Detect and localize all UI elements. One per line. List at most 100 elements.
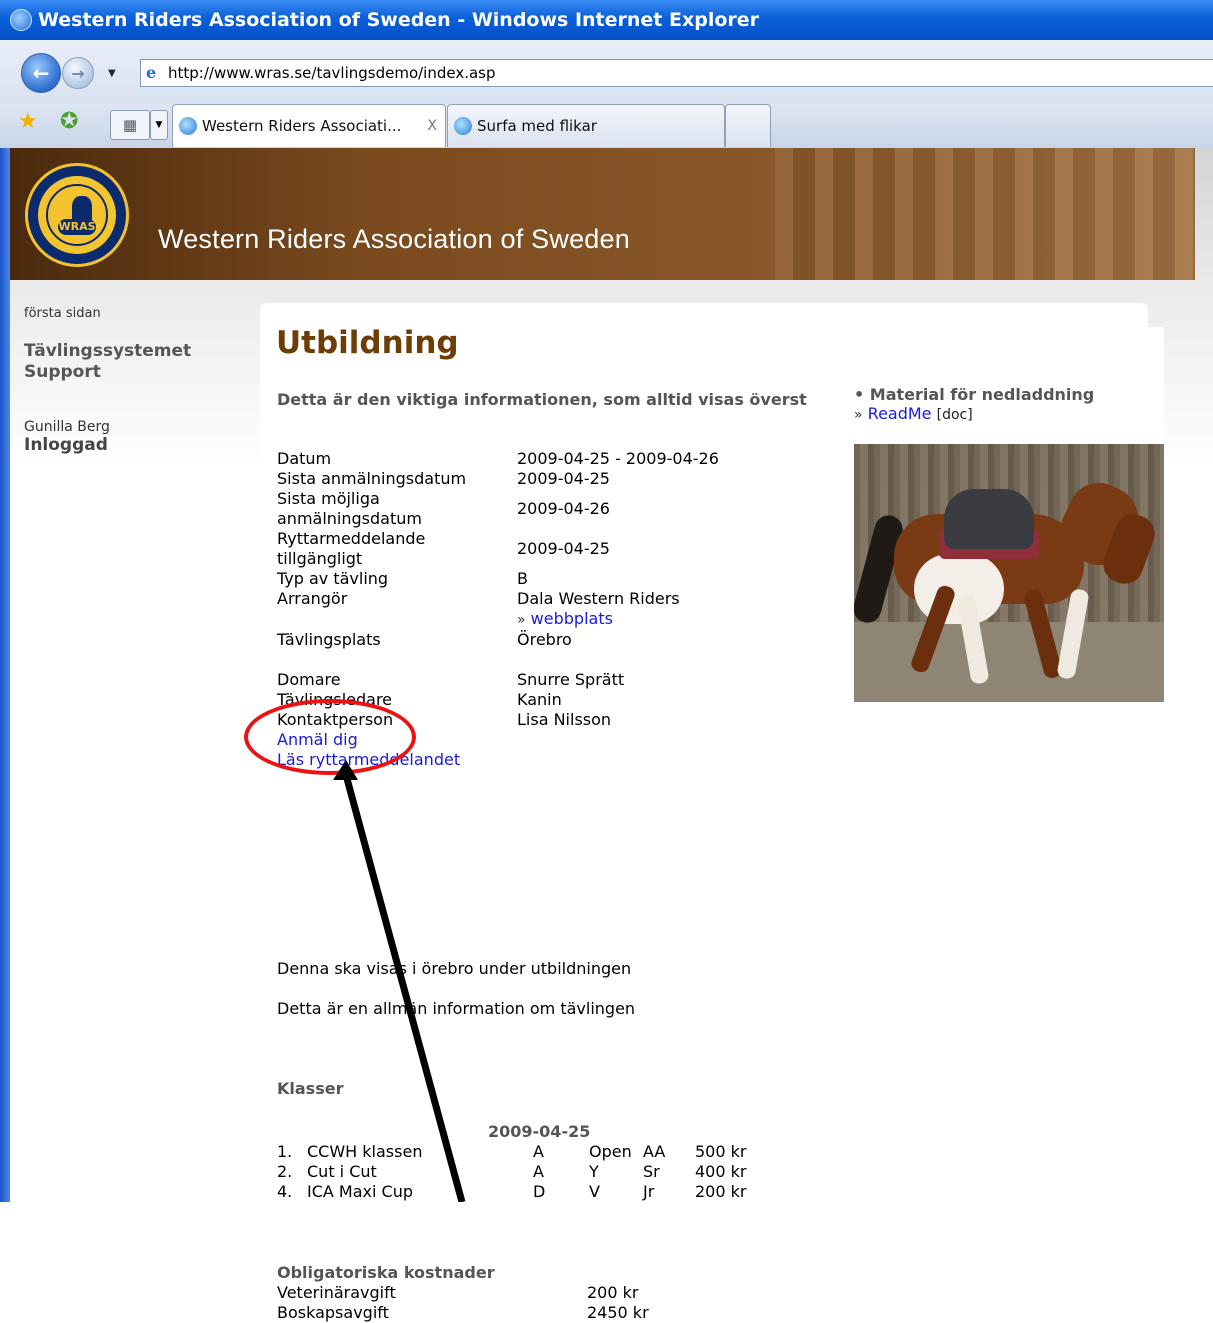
class-group: Y	[589, 1162, 599, 1181]
logo-ring: WRAS	[38, 176, 116, 254]
user-name: Gunilla Berg	[24, 419, 110, 435]
classes-date: 2009-04-25	[488, 1122, 591, 1141]
address-bar[interactable]: e http://www.wras.se/tavlingsdemo/index.…	[140, 59, 1213, 87]
detail-row: Domare Snurre Sprätt	[277, 670, 837, 690]
sidebar-system-link[interactable]: Tävlingssystemet	[24, 341, 254, 362]
detail-spacer	[277, 609, 517, 630]
sidebar-first-page-link[interactable]: första sidan	[24, 306, 254, 321]
detail-value: 2009-04-26	[517, 499, 610, 518]
class-group: V	[589, 1182, 600, 1201]
sidebar-support-link[interactable]: Support	[24, 362, 254, 383]
class-category: AA	[643, 1142, 666, 1161]
info-paragraph-1: Denna ska visas i örebro under utbildnin…	[277, 959, 632, 978]
class-name: CCWH klassen	[307, 1142, 423, 1161]
class-name: ICA Maxi Cup	[307, 1182, 413, 1201]
page-title: Utbildning	[276, 325, 459, 361]
logo-inner: WRAS	[46, 184, 108, 246]
class-name: Cut i Cut	[307, 1162, 377, 1181]
photo-ground	[854, 622, 1164, 702]
cost-value: 200 kr	[587, 1283, 639, 1302]
link-arrow-icon: »	[854, 407, 863, 423]
detail-value: 2009-04-25 - 2009-04-26	[517, 449, 719, 468]
class-row: 1. CCWH klassen A Open AA 500 kr	[277, 1142, 837, 1162]
window-title: Western Riders Association of Sweden - W…	[38, 9, 760, 31]
banner-background-image	[775, 148, 1195, 280]
add-favorites-icon[interactable]: ✪	[60, 109, 78, 134]
page-icon: e	[146, 63, 157, 82]
favorites-star-icon[interactable]: ★	[18, 109, 38, 134]
address-url[interactable]: http://www.wras.se/tavlingsdemo/index.as…	[168, 64, 496, 82]
detail-label: Sista anmälningsdatum	[277, 469, 467, 488]
detail-label: Ryttarmeddelande tillgängligt	[277, 529, 426, 568]
cost-label: Veterinäravgift	[277, 1283, 396, 1302]
back-arrow-icon: ←	[32, 61, 50, 85]
download-materials: • Material för nedladdning » ReadMe [doc…	[854, 385, 1174, 423]
tab-surfa-label: Surfa med flikar	[477, 117, 597, 135]
detail-value: B	[517, 569, 528, 588]
detail-row: Ryttarmeddelande tillgängligt 2009-04-25	[277, 529, 837, 569]
detail-row: Arrangör Dala Western Riders	[277, 589, 837, 609]
costs-heading: Obligatoriska kostnader	[277, 1263, 495, 1282]
new-tab-button[interactable]	[725, 104, 771, 147]
address-toolbar: ← → ▼ e http://www.wras.se/tavlingsdemo/…	[0, 40, 1213, 102]
class-price: 500 kr	[695, 1142, 747, 1161]
site-title: Western Riders Association of Sweden	[158, 224, 630, 254]
class-group: Open	[589, 1142, 632, 1161]
website-link[interactable]: webbplats	[531, 609, 613, 628]
window-left-border	[0, 148, 10, 1202]
detail-row: Typ av tävling B	[277, 569, 837, 589]
detail-row: Tävlingsplats Örebro	[277, 630, 837, 650]
tab-list-dropdown[interactable]: ▼	[150, 110, 168, 140]
classes-heading: Klasser	[277, 1079, 344, 1098]
quick-tabs-button[interactable]: ▦	[110, 110, 150, 140]
link-arrow-icon: »	[517, 612, 526, 628]
detail-gap	[277, 650, 837, 670]
web-page: WRAS Western Riders Association of Swede…	[10, 148, 1213, 1322]
saddle	[944, 489, 1034, 549]
history-dropdown-icon[interactable]: ▼	[108, 68, 116, 79]
class-number: 2.	[277, 1162, 293, 1181]
website-link-wrap: » webbplats	[517, 609, 837, 630]
detail-value: Örebro	[517, 630, 572, 649]
intro-text: Detta är den viktiga informationen, som …	[277, 390, 807, 409]
detail-label: Datum	[277, 449, 332, 468]
window-titlebar: Western Riders Association of Sweden - W…	[0, 0, 1213, 40]
class-row: 4. ICA Maxi Cup D V Jr 200 kr	[277, 1182, 837, 1202]
tab-wras[interactable]: Western Riders Associati... X	[172, 104, 446, 147]
login-status: Inloggad	[24, 435, 108, 455]
cost-row: Boskapsavgift 2450 kr	[277, 1303, 837, 1323]
back-button[interactable]: ←	[21, 53, 61, 93]
detail-row: Datum 2009-04-25 - 2009-04-26	[277, 449, 837, 469]
detail-value: 2009-04-25	[517, 539, 610, 558]
class-price: 200 kr	[695, 1182, 747, 1201]
detail-row: » webbplats	[277, 609, 837, 630]
tab-wras-label: Western Riders Associati...	[202, 117, 402, 135]
tab-close-icon[interactable]: X	[427, 118, 437, 134]
ie-logo-icon	[10, 9, 32, 31]
ie-tab-icon	[454, 117, 472, 135]
class-price: 400 kr	[695, 1162, 747, 1181]
detail-label: Typ av tävling	[277, 569, 389, 588]
readme-link[interactable]: ReadMe	[868, 404, 932, 423]
logo-text: WRAS	[58, 219, 96, 235]
tab-surfa[interactable]: Surfa med flikar	[447, 104, 725, 147]
tab-bar: ★ ✪ ▦ ▼ Western Riders Associati... X Su…	[0, 102, 1213, 149]
wras-logo[interactable]: WRAS	[25, 163, 129, 267]
detail-label: Sista möjliga anmälningsdatum	[277, 489, 422, 528]
horse-photo	[854, 444, 1164, 702]
class-category: Jr	[643, 1182, 655, 1201]
forward-arrow-icon: →	[71, 63, 85, 83]
class-number: 1.	[277, 1142, 293, 1161]
detail-value: Snurre Sprätt	[517, 670, 625, 689]
detail-value: Lisa Nilsson	[517, 710, 612, 729]
highlight-ellipse	[244, 699, 416, 775]
detail-value: 2009-04-25	[517, 469, 610, 488]
forward-button[interactable]: →	[62, 57, 94, 89]
cost-label: Boskapsavgift	[277, 1303, 389, 1322]
detail-row: Sista möjliga anmälningsdatum 2009-04-26	[277, 489, 837, 529]
detail-value: Kanin	[517, 690, 562, 709]
cost-row: Veterinäravgift 200 kr	[277, 1283, 837, 1303]
class-level: A	[533, 1162, 544, 1181]
sidebar: första sidan Tävlingssystemet Support Gu…	[24, 306, 254, 456]
class-level: A	[533, 1142, 544, 1161]
